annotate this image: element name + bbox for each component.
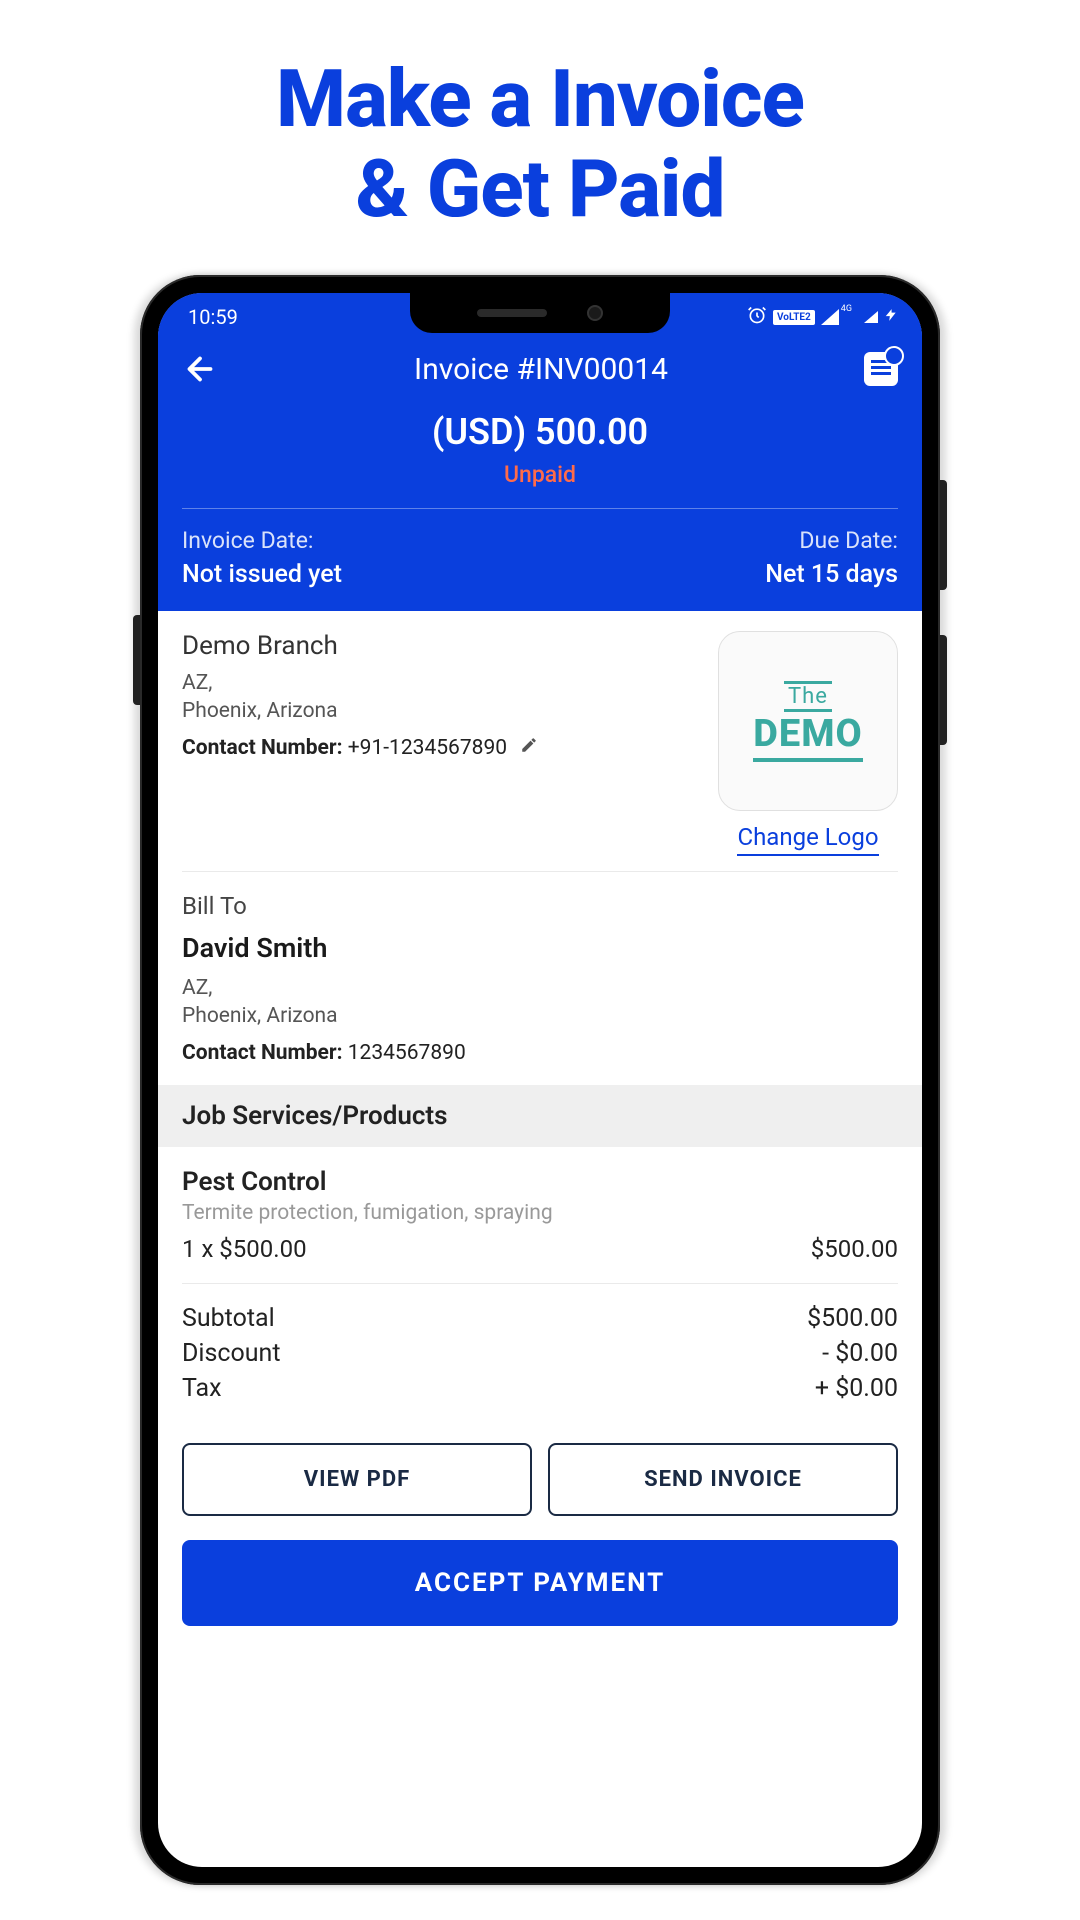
page-title-line2: & Get Paid (40, 145, 1040, 235)
status-icons: VoLTE2 4G (747, 305, 898, 330)
send-invoice-button[interactable]: SEND INVOICE (548, 1443, 898, 1516)
page-title-line1: Make a Invoice (40, 55, 1040, 145)
billto-contact: Contact Number: 1234567890 (182, 1041, 898, 1065)
subtotal-value: $500.00 (807, 1304, 898, 1333)
invoice-date-value: Not issued yet (182, 560, 342, 589)
logo-text-top: The (784, 681, 832, 712)
contact-label: Contact Number: (182, 736, 343, 760)
billto-name: David Smith (182, 932, 898, 964)
view-pdf-button[interactable]: VIEW PDF (182, 1443, 532, 1516)
billto-address-line2: Phoenix, Arizona (182, 1002, 898, 1030)
item-total: $500.00 (811, 1235, 898, 1263)
change-logo-link[interactable]: Change Logo (737, 823, 878, 856)
phone-side-button (940, 480, 947, 590)
discount-value: - $0.00 (822, 1339, 898, 1368)
line-item: Pest Control Termite protection, fumigat… (158, 1147, 922, 1283)
item-name: Pest Control (182, 1167, 898, 1197)
item-qty-price: 1 x $500.00 (182, 1235, 307, 1263)
tax-value: + $0.00 (815, 1374, 898, 1403)
invoice-title: Invoice #INV00014 (218, 352, 864, 387)
phone-side-button (940, 635, 947, 745)
notch (410, 293, 670, 333)
billto-section: Bill To David Smith AZ, Phoenix, Arizona… (158, 872, 922, 1085)
alarm-icon (747, 305, 767, 330)
payment-status: Unpaid (182, 461, 898, 488)
contact-value: 1234567890 (343, 1041, 466, 1065)
page-title: Make a Invoice & Get Paid (0, 0, 1080, 264)
screen: 10:59 VoLTE2 4G Invoice #INV00014 (158, 293, 922, 1867)
network-label: 4G (841, 304, 852, 314)
accept-payment-button[interactable]: ACCEPT PAYMENT (182, 1540, 898, 1626)
phone-frame: 10:59 VoLTE2 4G Invoice #INV00014 (140, 275, 940, 1885)
billto-address-line1: AZ, (182, 974, 898, 1002)
document-icon[interactable] (864, 352, 898, 386)
billto-label: Bill To (182, 892, 898, 920)
from-address-line1: AZ, (182, 669, 538, 697)
services-header: Job Services/Products (158, 1085, 922, 1147)
divider (182, 508, 898, 509)
tax-label: Tax (182, 1374, 222, 1403)
phone-side-button (133, 615, 140, 705)
due-date-value: Net 15 days (765, 560, 898, 589)
bolt-icon (884, 305, 898, 330)
subtotal-label: Subtotal (182, 1304, 275, 1333)
front-camera (587, 305, 603, 321)
signal-icon (821, 309, 839, 325)
back-button[interactable] (182, 351, 218, 387)
volte-badge: VoLTE2 (773, 310, 815, 325)
company-logo: The DEMO (718, 631, 898, 811)
discount-label: Discount (182, 1339, 281, 1368)
action-buttons: VIEW PDF SEND INVOICE (158, 1429, 922, 1536)
contact-value: +91-1234567890 (343, 736, 508, 760)
totals-section: Subtotal $500.00 Discount - $0.00 Tax + … (158, 1284, 922, 1429)
contact-label: Contact Number: (182, 1041, 343, 1065)
status-time: 10:59 (182, 305, 238, 329)
edit-icon[interactable] (520, 736, 538, 760)
invoice-amount: (USD) 500.00 (182, 411, 898, 453)
item-description: Termite protection, fumigation, spraying (182, 1201, 898, 1225)
logo-text-main: DEMO (753, 712, 862, 762)
invoice-date-label: Invoice Date: (182, 527, 342, 554)
invoice-content: Demo Branch AZ, Phoenix, Arizona Contact… (158, 611, 922, 1626)
speaker (477, 309, 547, 317)
from-contact: Contact Number: +91-1234567890 (182, 736, 538, 760)
from-address-line2: Phoenix, Arizona (182, 697, 538, 725)
due-date-label: Due Date: (765, 527, 898, 554)
from-section: Demo Branch AZ, Phoenix, Arizona Contact… (158, 611, 922, 871)
from-name: Demo Branch (182, 631, 538, 661)
signal-icon (864, 311, 878, 323)
